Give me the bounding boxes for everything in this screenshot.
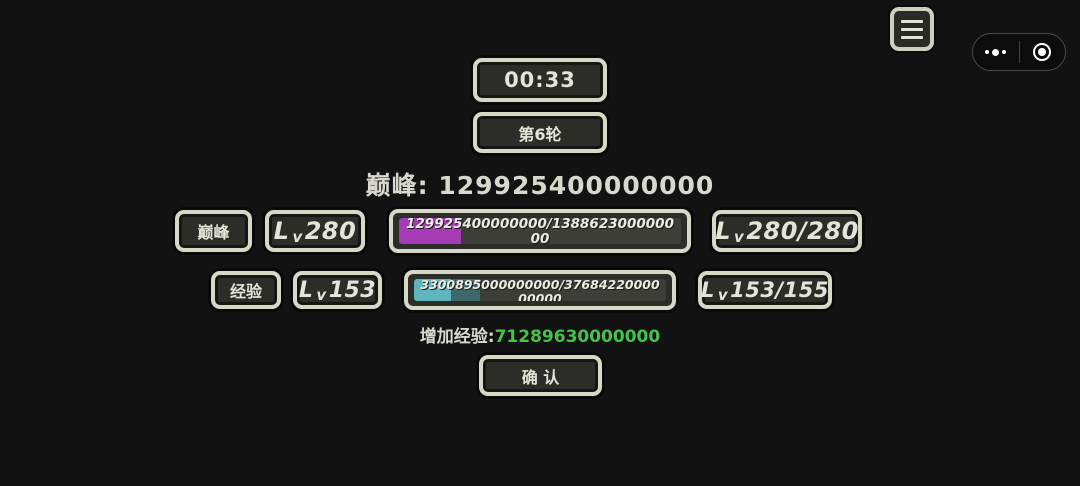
exp-gain-label: 增加经验: (419, 327, 495, 347)
round-display: 第6轮 (473, 112, 607, 153)
summit-total: 巅峰: 129925400000000 (0, 166, 1080, 202)
summit-progress-bar: 129925400000000/138862300000000 (389, 209, 691, 253)
timer-display: 00:33 (473, 58, 607, 102)
exp-gain-value: 71289630000000 (494, 327, 661, 347)
miniprogram-capsule (972, 33, 1066, 71)
summit-level-range: Lv280/280 (712, 210, 862, 252)
exp-level: Lv153 (293, 271, 382, 309)
round-label: 第6轮 (518, 124, 562, 144)
game-screen: 00:33 第6轮 巅峰: 129925400000000 巅峰 Lv280 1… (0, 0, 1080, 486)
menu-button[interactable] (890, 7, 934, 51)
exp-tag: 经验 (211, 271, 281, 309)
confirm-label: 确 认 (521, 367, 560, 387)
more-dots-icon (985, 48, 1007, 56)
close-miniprogram-button[interactable] (1019, 34, 1065, 70)
summit-progress-text: 129925400000000/138862300000000 (406, 218, 674, 244)
summit-level: Lv280 (265, 210, 365, 252)
confirm-button[interactable]: 确 认 (479, 355, 602, 396)
summit-total-value: 129925400000000 (438, 171, 715, 200)
exp-level-value: 153 (328, 277, 377, 303)
menu-icon (901, 19, 923, 23)
exp-level-range-value: 153/155 (730, 278, 830, 302)
exp-progress-text: 3300895000000000/3768422000000000 (420, 279, 660, 301)
timer-value: 00:33 (504, 68, 576, 92)
summit-level-value: 280 (304, 217, 357, 245)
more-button[interactable] (973, 34, 1019, 70)
exp-progress-bar: 3300895000000000/3768422000000000 (404, 270, 676, 310)
exp-level-range: Lv153/155 (698, 271, 832, 309)
summit-total-label: 巅峰: (365, 171, 439, 200)
exp-gain: 增加经验:71289630000000 (0, 322, 1080, 347)
summit-tag: 巅峰 (175, 210, 252, 252)
summit-level-range-value: 280/280 (746, 217, 859, 245)
target-icon (1033, 43, 1052, 61)
